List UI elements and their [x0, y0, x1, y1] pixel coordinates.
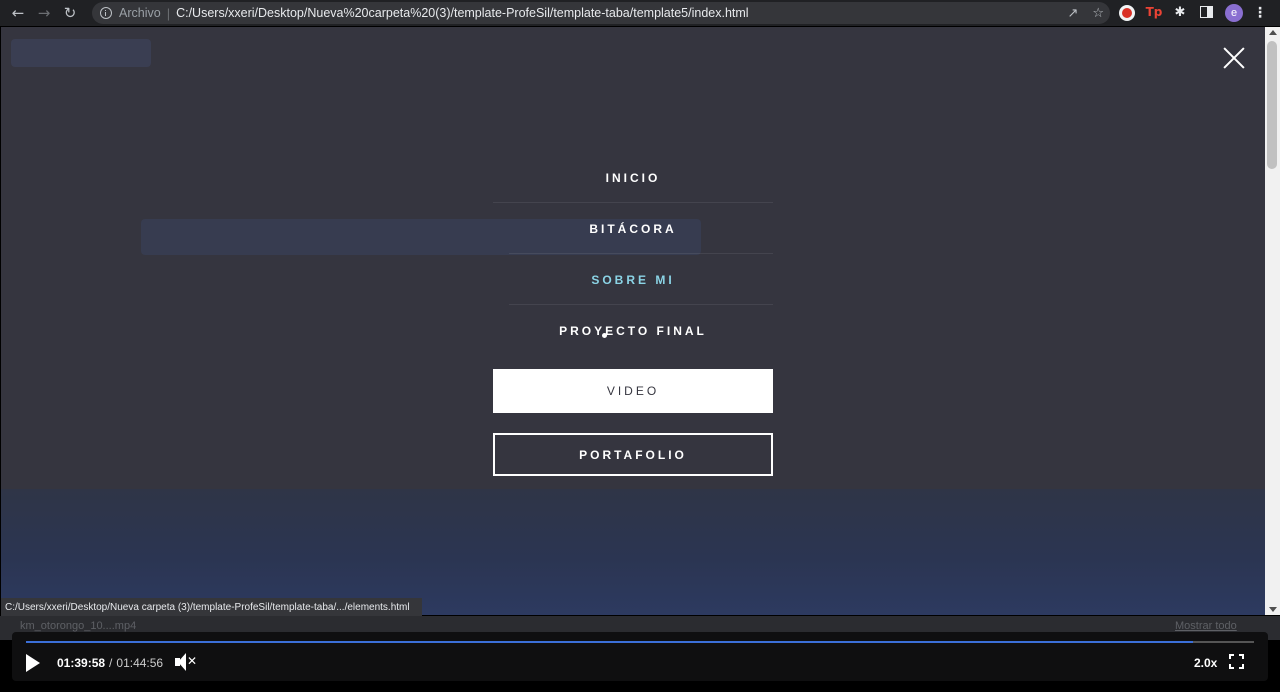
- close-icon[interactable]: [1223, 47, 1245, 69]
- menu-item-bitacora[interactable]: BITÁCORA: [493, 203, 773, 254]
- video-player-controls: 01:39:58/01:44:56 ✕ 2.0x: [12, 632, 1268, 681]
- nav-menu: INICIO BITÁCORA SOBRE MI PROYECTO FINAL: [493, 152, 773, 356]
- extension-icon[interactable]: [1119, 5, 1135, 21]
- scroll-up-icon[interactable]: [1269, 30, 1277, 35]
- scheme-separator: |: [166, 5, 171, 21]
- menu-item-inicio[interactable]: INICIO: [493, 152, 773, 203]
- scheme-label: Archivo: [119, 6, 161, 20]
- duration: 01:44:56: [116, 656, 164, 670]
- back-arrow-icon[interactable]: ←: [5, 0, 31, 26]
- forward-arrow-icon[interactable]: →: [31, 0, 57, 26]
- portfolio-button[interactable]: PORTAFOLIO: [493, 433, 773, 476]
- progress-fill: [26, 641, 1193, 643]
- blurred-background-band: [1, 489, 1265, 615]
- url-text[interactable]: C:/Users/xxeri/Desktop/Nueva%20carpeta%2…: [176, 6, 749, 20]
- share-icon[interactable]: ↗: [1067, 6, 1078, 21]
- browser-toolbar: ← → ↻ Archivo | C:/Users/xxeri/Desktop/N…: [0, 0, 1280, 26]
- time-display: 01:39:58/01:44:56: [57, 656, 163, 670]
- video-button[interactable]: VIDEO: [493, 369, 773, 413]
- show-all-link[interactable]: Mostrar todo: [1175, 620, 1237, 632]
- mouse-cursor: [602, 333, 607, 338]
- download-item[interactable]: km_otorongo_10....mp4: [20, 620, 136, 632]
- time-separator: /: [109, 656, 113, 670]
- side-panel-icon[interactable]: [1200, 6, 1213, 18]
- address-bar[interactable]: Archivo | C:/Users/xxeri/Desktop/Nueva%2…: [92, 2, 1110, 24]
- mute-icon[interactable]: ✕: [174, 652, 198, 672]
- scroll-down-icon[interactable]: [1269, 607, 1277, 612]
- play-icon[interactable]: [26, 654, 40, 672]
- scrollbar-thumb[interactable]: [1267, 41, 1277, 169]
- browser-menu-icon[interactable]: ⋮: [1252, 2, 1268, 24]
- bookmark-star-icon[interactable]: ☆: [1092, 6, 1104, 21]
- reload-icon[interactable]: ↻: [57, 0, 83, 26]
- progress-bar[interactable]: [26, 641, 1254, 643]
- current-time: 01:39:58: [57, 656, 106, 670]
- menu-item-proyecto-final[interactable]: PROYECTO FINAL: [493, 305, 773, 356]
- vertical-scrollbar[interactable]: [1265, 27, 1280, 615]
- extensions-puzzle-icon[interactable]: ✱: [1171, 3, 1189, 21]
- fullscreen-icon[interactable]: [1229, 654, 1244, 669]
- playback-speed[interactable]: 2.0x: [1194, 656, 1217, 670]
- status-bar-url: C:/Users/xxeri/Desktop/Nueva carpeta (3)…: [1, 598, 422, 616]
- page-overlay: INICIO BITÁCORA SOBRE MI PROYECTO FINAL …: [1, 27, 1265, 615]
- extension-tp-icon[interactable]: Tp: [1145, 3, 1163, 21]
- blurred-logo: [11, 39, 151, 67]
- menu-item-sobre-mi[interactable]: SOBRE MI: [493, 254, 773, 305]
- site-info-icon[interactable]: [100, 7, 112, 19]
- profile-avatar[interactable]: e: [1225, 4, 1243, 22]
